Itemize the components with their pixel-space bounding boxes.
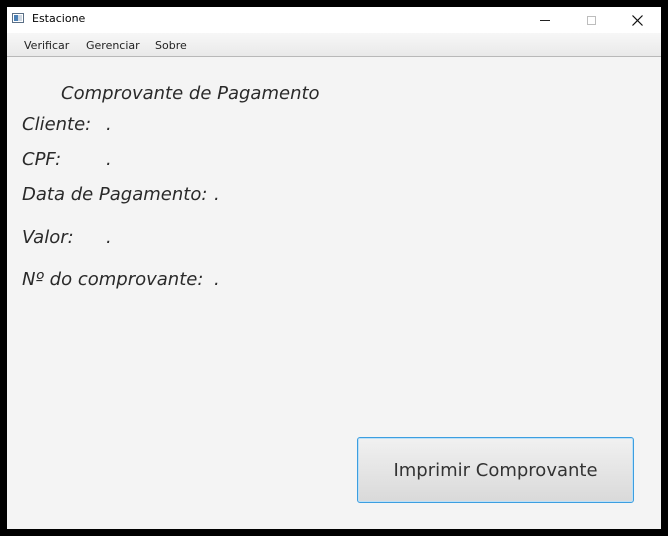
close-button[interactable] <box>614 7 660 33</box>
receipt-number-value: . <box>214 269 220 290</box>
window-title: Estacione <box>32 12 86 25</box>
receipt-panel: Comprovante de Pagamento Cliente: . CPF:… <box>7 57 661 529</box>
payment-date-value: . <box>214 184 220 205</box>
maximize-icon <box>586 15 596 25</box>
receipt-number-label: Nº do comprovante: <box>22 269 204 290</box>
cpf-value: . <box>106 149 112 170</box>
menu-sobre[interactable]: Sobre <box>155 39 187 52</box>
payment-date-label: Data de Pagamento: <box>22 184 208 205</box>
amount-value: . <box>106 227 112 248</box>
app-window-icon <box>12 13 24 23</box>
close-icon <box>631 14 643 26</box>
menu-bar: Verificar Gerenciar Sobre <box>7 33 661 57</box>
minimize-button[interactable] <box>522 7 568 33</box>
maximize-button[interactable] <box>568 7 614 33</box>
title-bar[interactable]: Estacione <box>7 7 661 33</box>
client-label: Cliente: <box>22 114 92 135</box>
cpf-label: CPF: <box>22 149 62 170</box>
menu-gerenciar[interactable]: Gerenciar <box>86 39 140 52</box>
client-value: . <box>106 114 112 135</box>
print-receipt-button[interactable]: Imprimir Comprovante <box>357 437 634 503</box>
menu-verificar[interactable]: Verificar <box>24 39 69 52</box>
amount-label: Valor: <box>22 227 74 248</box>
minimize-icon <box>540 19 550 21</box>
receipt-heading: Comprovante de Pagamento <box>61 83 320 104</box>
app-window: Estacione Verificar Gerenciar Sobre Comp… <box>7 7 661 529</box>
